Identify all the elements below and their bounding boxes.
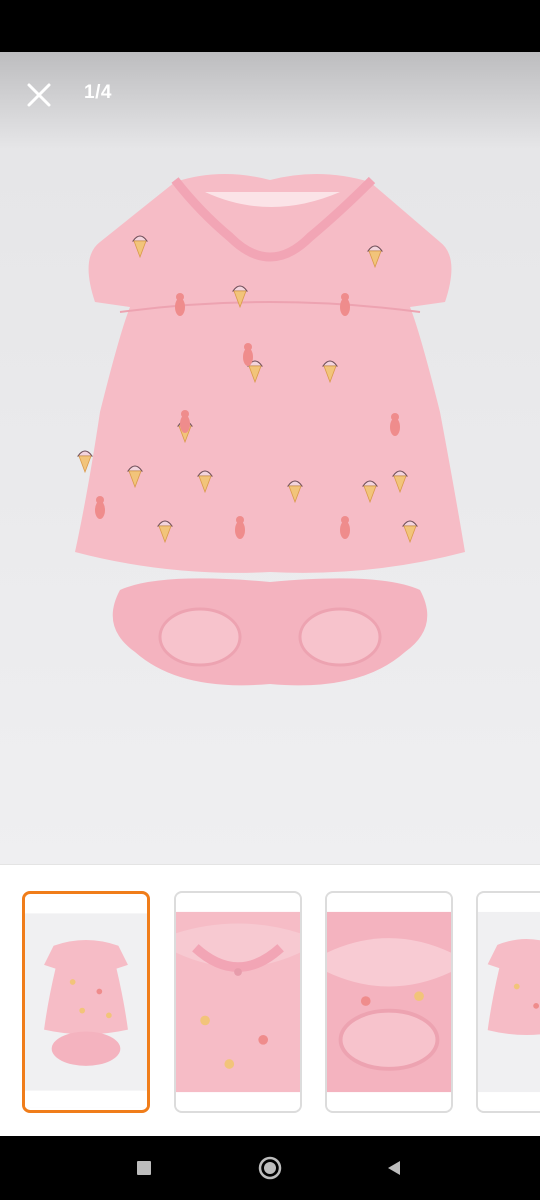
product-image-viewer[interactable]: 1/4 (0, 52, 540, 864)
thumbnail-2-image (176, 894, 300, 1110)
close-icon (27, 83, 51, 107)
thumbnail-1[interactable] (22, 891, 150, 1113)
circle-home-icon (258, 1156, 282, 1180)
recents-button[interactable] (126, 1150, 162, 1186)
home-button[interactable] (252, 1150, 288, 1186)
image-counter: 1/4 (84, 82, 112, 103)
thumbnail-strip[interactable] (0, 864, 540, 1136)
thumbnail-4[interactable] (476, 891, 540, 1113)
back-button[interactable] (376, 1150, 412, 1186)
thumbnail-3-image (327, 894, 451, 1110)
thumbnail-3[interactable] (325, 891, 453, 1113)
thumbnail-1-image (25, 896, 147, 1108)
status-bar (0, 0, 540, 52)
triangle-back-icon (388, 1161, 400, 1175)
system-navigation-bar (0, 1136, 540, 1200)
product-photo[interactable] (0, 52, 540, 864)
thumbnail-2[interactable] (174, 891, 302, 1113)
close-button[interactable] (20, 76, 58, 114)
thumbnail-4-image (478, 894, 540, 1110)
square-recents-icon (137, 1161, 151, 1175)
